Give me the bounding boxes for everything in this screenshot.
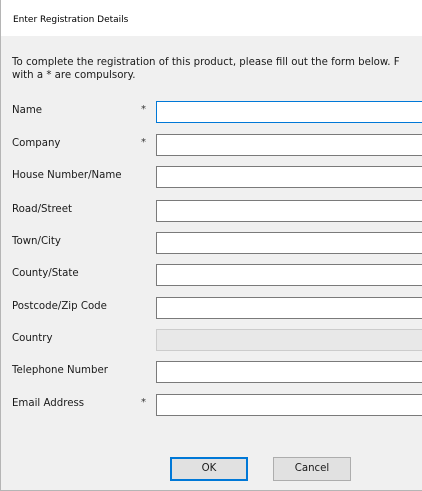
field-label-postcode: Postcode/Zip Code (12, 301, 107, 312)
field-label-name: Name (12, 105, 43, 116)
cancel-button[interactable]: Cancel (273, 457, 351, 481)
intro-text: To complete the registration of this pro… (12, 56, 400, 82)
company-input[interactable] (156, 134, 422, 156)
field-row-postcode: Postcode/Zip Code (1, 297, 422, 319)
required-marker: * (141, 397, 146, 408)
county-state-input[interactable] (156, 264, 422, 286)
required-marker: * (141, 137, 146, 148)
field-label-house-number: House Number/Name (12, 170, 122, 181)
field-label-company: Company (12, 138, 61, 149)
field-label-county-state: County/State (12, 268, 79, 279)
intro-line-1: To complete the registration of this pro… (12, 57, 400, 68)
town-city-input[interactable] (156, 232, 422, 254)
field-row-company: Company * (1, 134, 422, 156)
field-row-road-street: Road/Street (1, 200, 422, 222)
road-street-input[interactable] (156, 200, 422, 222)
ok-button[interactable]: OK (170, 457, 248, 481)
field-row-house-number: House Number/Name (1, 166, 422, 188)
field-row-county-state: County/State (1, 264, 422, 286)
intro-line-2: with a * are compulsory. (12, 70, 136, 81)
country-input (156, 329, 422, 351)
required-marker: * (141, 104, 146, 115)
house-number-input[interactable] (156, 166, 422, 188)
field-label-email: Email Address (12, 398, 85, 409)
dialog-title: Enter Registration Details (13, 15, 129, 25)
registration-dialog: Enter Registration Details To complete t… (0, 0, 422, 491)
field-label-road-street: Road/Street (12, 204, 72, 215)
field-label-country: Country (12, 333, 53, 344)
telephone-input[interactable] (156, 361, 422, 383)
field-row-email: Email Address * (1, 394, 422, 416)
postcode-input[interactable] (156, 297, 422, 319)
email-input[interactable] (156, 394, 422, 416)
title-bar[interactable]: Enter Registration Details (1, 0, 422, 36)
field-row-name: Name * (1, 101, 422, 123)
field-label-telephone: Telephone Number (12, 365, 108, 376)
field-row-telephone: Telephone Number (1, 361, 422, 383)
name-input[interactable] (156, 101, 422, 123)
field-label-town-city: Town/City (12, 236, 61, 247)
dialog-content: To complete the registration of this pro… (1, 36, 422, 490)
field-row-country: Country (1, 329, 422, 351)
field-row-town-city: Town/City (1, 232, 422, 254)
